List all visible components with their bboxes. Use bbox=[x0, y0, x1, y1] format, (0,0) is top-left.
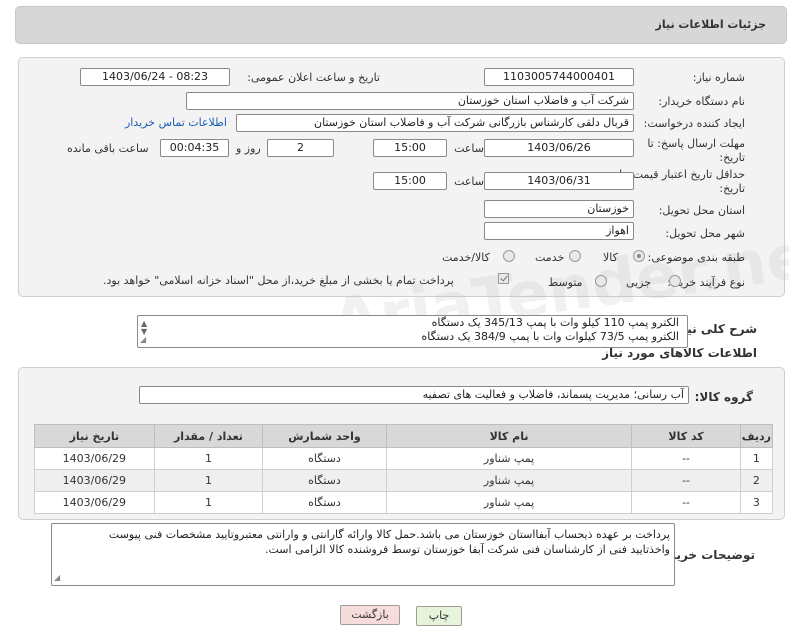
days-label: روز و bbox=[236, 142, 261, 155]
col-code: کد کالا bbox=[631, 424, 741, 448]
description-textarea[interactable]: الکترو پمپ 110 کیلو وات با پمپ 345/13 یک… bbox=[137, 315, 688, 348]
category-service-label: خدمت bbox=[535, 251, 565, 264]
announce-label: تاریخ و ساعت اعلان عمومی: bbox=[247, 71, 380, 84]
remaining-label: ساعت باقی مانده bbox=[67, 142, 149, 155]
cell-name: پمپ شناور bbox=[385, 447, 633, 470]
cell-date: 1403/06/29 bbox=[34, 469, 155, 492]
payment-treasury-checkbox[interactable] bbox=[498, 273, 509, 284]
col-row: ردیف bbox=[739, 424, 774, 448]
process-medium-label: متوسط bbox=[548, 276, 583, 289]
goods-section-title: اطلاعات کالاهای مورد نیاز bbox=[602, 346, 757, 360]
table-row[interactable]: 2 -- پمپ شناور دستگاه 1 1403/06/29 bbox=[34, 469, 774, 492]
remaining-time-field[interactable]: 00:04:35 bbox=[160, 139, 229, 157]
validity-time-label: ساعت bbox=[454, 175, 484, 188]
cell-qty: 1 bbox=[153, 447, 264, 470]
deadline-time-label: ساعت bbox=[454, 142, 484, 155]
cell-qty: 1 bbox=[153, 491, 264, 514]
validity-label: حداقل تاریخ اعتبار قیمت: تا bbox=[619, 168, 745, 181]
creator-field[interactable]: قربال دلقی کارشناس بازرگانی شرکت آب و فا… bbox=[236, 114, 634, 132]
print-button[interactable]: چاپ bbox=[416, 606, 462, 626]
city-label: شهر محل تحویل: bbox=[665, 227, 745, 240]
payment-note: پرداخت تمام یا بخشی از مبلغ خرید،از محل … bbox=[103, 274, 454, 287]
cell-qty: 1 bbox=[153, 469, 264, 492]
cell-date: 1403/06/29 bbox=[34, 447, 155, 470]
cell-row: 1 bbox=[739, 447, 774, 470]
province-field[interactable]: خوزستان bbox=[484, 200, 634, 218]
description-line-1: الکترو پمپ 110 کیلو وات با پمپ 345/13 یک… bbox=[431, 316, 679, 329]
cell-row: 2 bbox=[739, 469, 774, 492]
cell-code: -- bbox=[631, 447, 741, 470]
category-both-radio[interactable] bbox=[503, 250, 515, 262]
goods-group-field[interactable]: آب رسانی؛ مدیریت پسماند، فاضلاب و فعالیت… bbox=[139, 386, 689, 404]
table-row[interactable]: 3 -- پمپ شناور دستگاه 1 1403/06/29 bbox=[34, 491, 774, 514]
city-field[interactable]: اهواز bbox=[484, 222, 634, 240]
need-number-field[interactable]: 1103005744000401 bbox=[484, 68, 634, 86]
deadline-time-field[interactable]: 15:00 bbox=[373, 139, 447, 157]
deadline-date-field[interactable]: 1403/06/26 bbox=[484, 139, 634, 157]
category-goods-radio[interactable] bbox=[633, 250, 645, 262]
cell-unit: دستگاه bbox=[262, 491, 387, 514]
contact-link[interactable]: اطلاعات تماس خریدار bbox=[125, 116, 227, 129]
category-both-label: کالا/خدمت bbox=[442, 251, 490, 264]
buyer-notes-line-1: پرداخت بر عهده ذیحساب آبفااستان خوزستان … bbox=[108, 528, 670, 541]
buyer-org-field[interactable]: شرکت آب و فاضلاب استان خوزستان bbox=[186, 92, 634, 110]
resize-handle-icon[interactable]: ◢ bbox=[140, 333, 146, 347]
category-goods-label: کالا bbox=[603, 251, 618, 264]
days-field[interactable]: 2 bbox=[267, 139, 334, 157]
goods-table: ردیف کد کالا نام کالا واحد شمارش تعداد /… bbox=[34, 424, 774, 514]
validity-date-field[interactable]: 1403/06/31 bbox=[484, 172, 634, 190]
cell-unit: دستگاه bbox=[262, 447, 387, 470]
process-medium-radio[interactable] bbox=[595, 275, 607, 287]
cell-name: پمپ شناور bbox=[385, 469, 633, 492]
col-name: نام کالا bbox=[385, 424, 633, 448]
back-button[interactable]: بازگشت bbox=[340, 605, 400, 625]
table-header-row: ردیف کد کالا نام کالا واحد شمارش تعداد /… bbox=[34, 424, 774, 448]
validity-time-field[interactable]: 15:00 bbox=[373, 172, 447, 190]
table-row[interactable]: 1 -- پمپ شناور دستگاه 1 1403/06/29 bbox=[34, 447, 774, 470]
category-label: طبقه بندی موضوعی: bbox=[647, 251, 745, 264]
announce-field[interactable]: 1403/06/24 - 08:23 bbox=[80, 68, 230, 86]
cell-row: 3 bbox=[739, 491, 774, 514]
validity-label-2: تاریخ: bbox=[719, 182, 745, 195]
cell-code: -- bbox=[631, 491, 741, 514]
process-minor-radio[interactable] bbox=[669, 275, 681, 287]
cell-name: پمپ شناور bbox=[385, 491, 633, 514]
deadline-label-2: تاریخ: bbox=[719, 151, 745, 164]
description-line-2: الکترو پمپ 73/5 کیلوات وات با پمپ 384/9 … bbox=[421, 330, 679, 343]
col-unit: واحد شمارش bbox=[262, 424, 387, 448]
cell-date: 1403/06/29 bbox=[34, 491, 155, 514]
cell-code: -- bbox=[631, 469, 741, 492]
deadline-label: مهلت ارسال پاسخ: تا bbox=[647, 137, 745, 150]
page-header: جزئیات اطلاعات نیاز bbox=[15, 6, 787, 44]
buyer-notes-textarea[interactable]: پرداخت بر عهده ذیحساب آبفااستان خوزستان … bbox=[51, 523, 675, 586]
goods-group-label: گروه کالا: bbox=[694, 390, 753, 404]
creator-label: ایجاد کننده درخواست: bbox=[643, 117, 745, 130]
buyer-notes-line-2: واخذتایید فنی از کارشناسان فنی شرکت آبفا… bbox=[264, 543, 670, 556]
need-number-label: شماره نیاز: bbox=[692, 71, 745, 84]
resize-handle-icon[interactable]: ◢ bbox=[54, 570, 60, 585]
col-qty: تعداد / مقدار bbox=[153, 424, 264, 448]
category-service-radio[interactable] bbox=[569, 250, 581, 262]
process-minor-label: جزیی bbox=[626, 276, 652, 289]
col-date: تاریخ نیاز bbox=[34, 424, 155, 448]
province-label: استان محل تحویل: bbox=[658, 204, 745, 217]
buyer-org-label: نام دستگاه خریدار: bbox=[658, 95, 745, 108]
cell-unit: دستگاه bbox=[262, 469, 387, 492]
page-title: جزئیات اطلاعات نیاز bbox=[655, 18, 767, 31]
